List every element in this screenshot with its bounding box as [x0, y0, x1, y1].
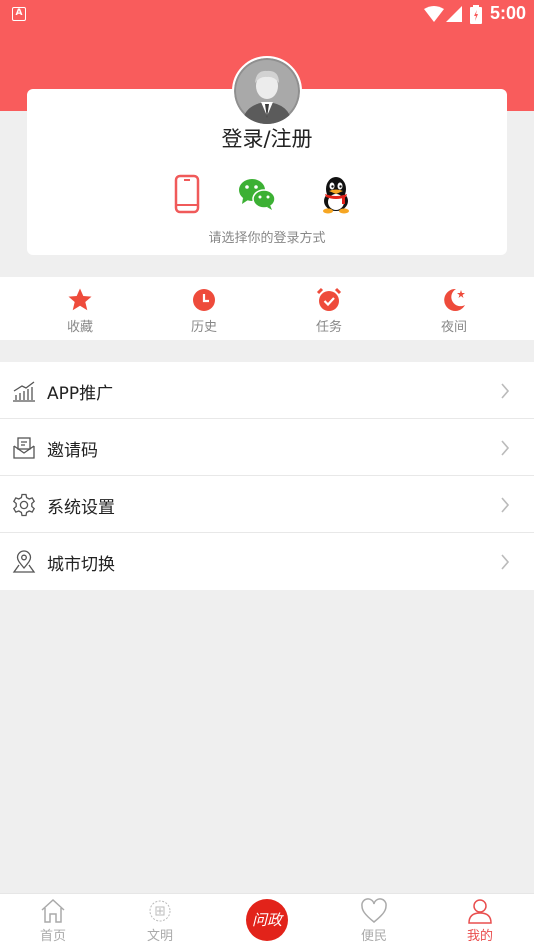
status-time: 5:00: [490, 3, 527, 23]
tab-convenience[interactable]: 便民: [334, 898, 414, 944]
signal-icon: [446, 6, 462, 22]
wifi-icon: [424, 6, 444, 22]
menu-item-app-promotion[interactable]: APP推广: [0, 362, 534, 419]
chevron-right-icon: [501, 554, 510, 570]
login-method-hint: 请选择你的登录方式: [208, 231, 326, 246]
envelope-icon: [13, 437, 35, 459]
moon-icon: [444, 288, 465, 311]
chevron-right-icon: [501, 440, 510, 456]
heart-icon: [361, 898, 387, 923]
tab-label: 文明: [146, 929, 173, 944]
location-pin-icon: [12, 550, 36, 573]
quick-action-night-mode[interactable]: 夜间: [409, 287, 499, 335]
status-bar: A 5:00: [0, 0, 534, 28]
default-avatar-icon: [234, 58, 300, 124]
gear-icon: [12, 493, 36, 517]
quick-action-history[interactable]: 历史: [159, 287, 249, 335]
emblem-icon: [149, 900, 171, 922]
chevron-right-icon: [501, 497, 510, 513]
wechat-icon[interactable]: [237, 174, 277, 214]
tab-wenzheng-logo[interactable]: 问政: [246, 899, 288, 941]
quick-action-tasks[interactable]: 任务: [284, 287, 374, 335]
settings-menu: APP推广 邀请码 系统设置 城市切换: [0, 362, 534, 590]
tab-mine[interactable]: 我的: [440, 898, 520, 944]
chart-icon: [13, 381, 35, 402]
alarm-clock-icon: [316, 287, 342, 311]
avatar[interactable]: [232, 56, 302, 126]
bottom-tab-bar: 首页 文明 问政 便民 我的: [0, 893, 534, 950]
tab-label: 首页: [39, 929, 66, 944]
battery-icon: [470, 5, 482, 24]
chevron-right-icon: [501, 383, 510, 399]
clock-icon: [193, 289, 215, 311]
tab-label: 便民: [360, 929, 387, 944]
menu-item-label: 系统设置: [47, 498, 115, 518]
menu-item-invite-code[interactable]: 邀请码: [0, 419, 534, 476]
quick-action-label: 夜间: [440, 320, 467, 335]
tab-label: 我的: [466, 929, 493, 944]
menu-item-city-switch[interactable]: 城市切换: [0, 533, 534, 590]
phone-icon[interactable]: [167, 174, 207, 214]
quick-action-label: 任务: [315, 320, 342, 335]
qq-icon[interactable]: [316, 174, 356, 214]
menu-item-label: 邀请码: [47, 441, 98, 461]
home-icon: [41, 898, 65, 923]
tab-civilization[interactable]: 文明: [120, 898, 200, 944]
menu-item-label: APP推广: [47, 384, 114, 404]
menu-item-label: 城市切换: [47, 555, 115, 575]
quick-action-label: 历史: [190, 320, 217, 335]
quick-action-label: 收藏: [66, 320, 93, 335]
user-icon: [468, 899, 492, 924]
star-icon: [68, 288, 92, 311]
quick-action-favorites[interactable]: 收藏: [35, 287, 125, 335]
quick-actions-bar: 收藏 历史 任务 夜间: [0, 277, 534, 340]
login-register-title[interactable]: 登录/注册: [0, 123, 534, 153]
app-notification-icon: A: [12, 7, 26, 21]
menu-item-system-settings[interactable]: 系统设置: [0, 476, 534, 533]
tab-home[interactable]: 首页: [13, 898, 93, 944]
